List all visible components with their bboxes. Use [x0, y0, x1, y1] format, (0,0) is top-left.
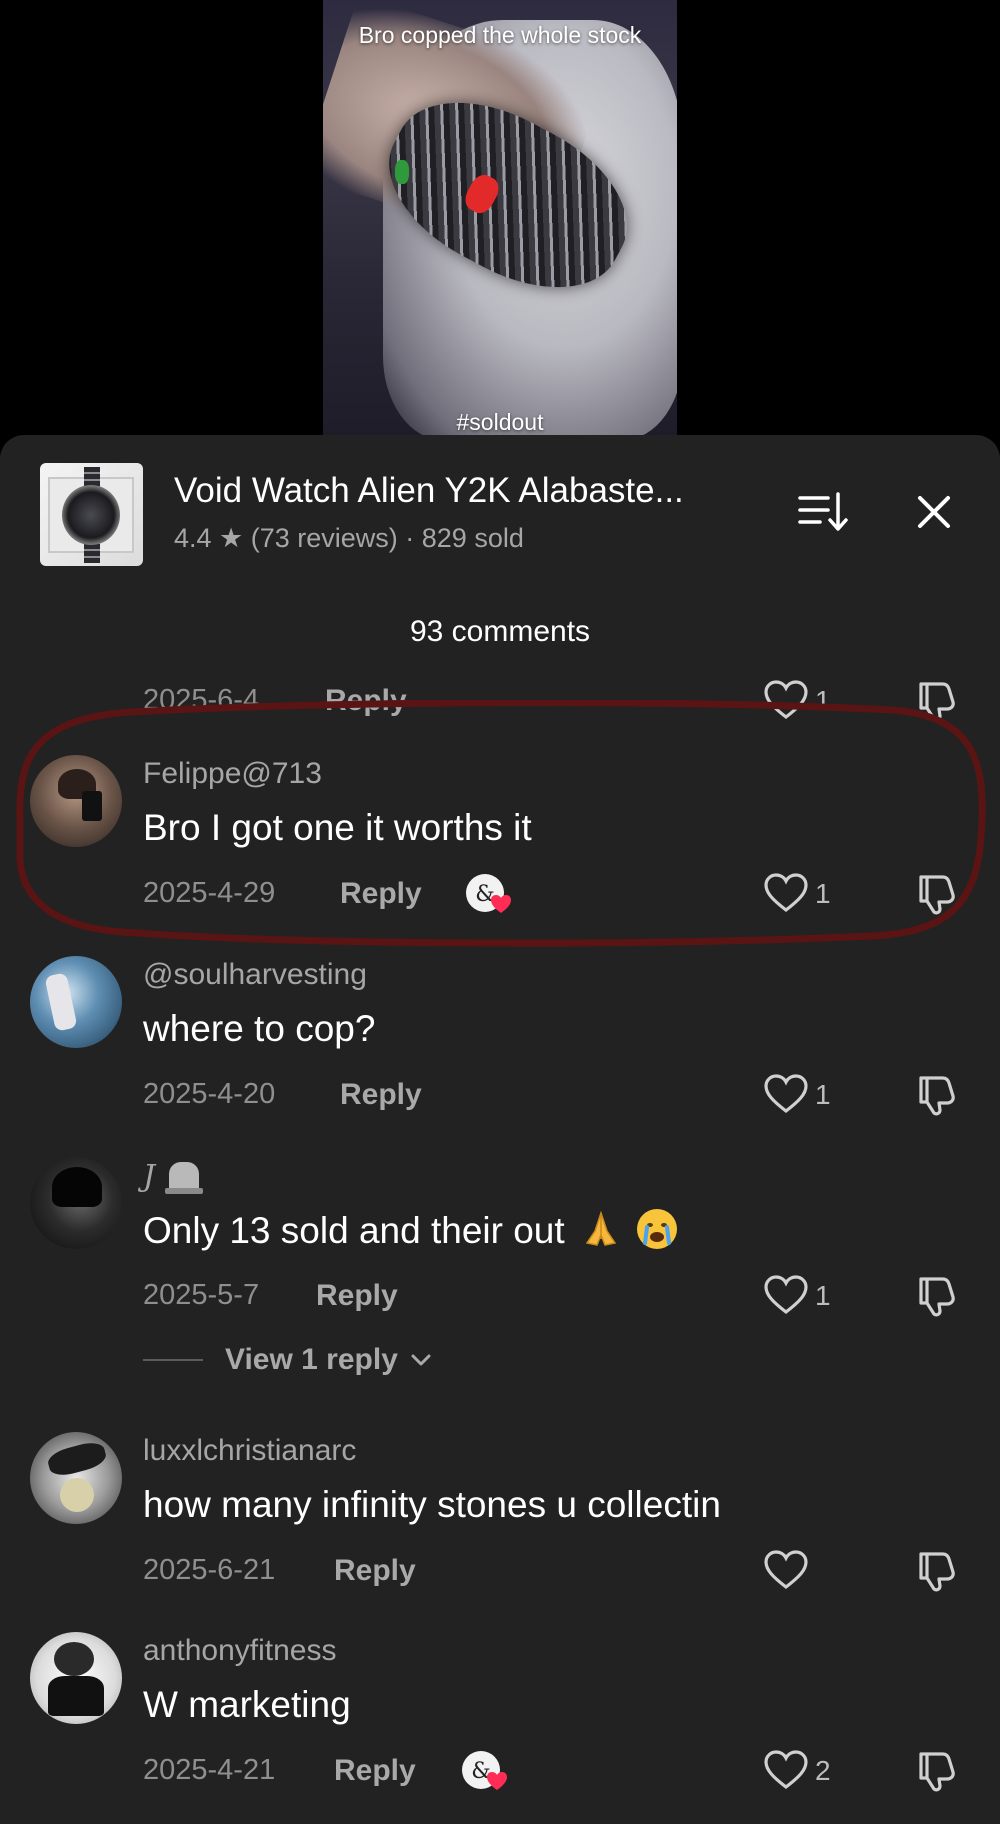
- comment-username[interactable]: Felippe@713: [143, 757, 322, 791]
- comment-text: Only 13 sold and their out: [143, 1209, 678, 1252]
- tombstone-icon: [165, 1162, 204, 1194]
- like-count: 1: [815, 685, 831, 716]
- heart-icon: [764, 680, 808, 720]
- like-button[interactable]: [763, 1550, 853, 1590]
- like-count: 1: [815, 1280, 831, 1311]
- product-rating-sold: 4.4 ★ (73 reviews) · 829 sold: [174, 523, 524, 553]
- like-button[interactable]: 1: [763, 680, 853, 720]
- comments-sheet: Void Watch Alien Y2K Alabaste... 4.4 ★ (…: [0, 435, 1000, 1824]
- like-count: 1: [815, 1079, 831, 1110]
- reply-button[interactable]: Reply: [340, 1078, 422, 1112]
- avatar[interactable]: [30, 755, 122, 847]
- username-text: J: [143, 1159, 156, 1194]
- comment-count: 93 comments: [409, 615, 591, 648]
- product-watch-face: [62, 485, 120, 545]
- reply-button[interactable]: Reply: [340, 877, 422, 911]
- view-replies-button[interactable]: View 1 reply: [143, 1339, 543, 1379]
- comment-date: 2025-4-20: [143, 1078, 276, 1110]
- comment-date: 2025-4-21: [143, 1754, 276, 1786]
- chevron-down-icon: [411, 1354, 431, 1366]
- comment-username[interactable]: anthonyfitness: [143, 1634, 336, 1668]
- product-title[interactable]: Void Watch Alien Y2K Alabaste...: [174, 471, 684, 511]
- like-count: 1: [815, 878, 831, 909]
- video-gem-green: [395, 160, 409, 184]
- comment-item: luxxlchristianarc how many infinity ston…: [0, 1432, 1000, 1592]
- product-thumbnail[interactable]: [40, 463, 143, 566]
- dislike-icon[interactable]: [913, 873, 957, 915]
- video-hashtag[interactable]: #soldout: [323, 409, 677, 436]
- dislike-icon[interactable]: [913, 1550, 957, 1592]
- divider: [143, 1359, 203, 1361]
- heart-icon: [764, 1750, 808, 1790]
- sort-icon[interactable]: [798, 488, 850, 536]
- comment-actions: 2025-5-7 Reply 1: [143, 1275, 973, 1317]
- comment-username[interactable]: J: [143, 1159, 204, 1194]
- product-card[interactable]: Void Watch Alien Y2K Alabaste... 4.4 ★ (…: [40, 463, 960, 573]
- comment-actions: 2025-4-20 Reply 1: [143, 1074, 973, 1116]
- creator-liked-badge-icon: &: [461, 1750, 509, 1792]
- comment-text: W marketing: [143, 1684, 351, 1725]
- dislike-icon[interactable]: [913, 1750, 957, 1792]
- video-player[interactable]: Bro copped the whole stock #soldout: [0, 0, 1000, 470]
- reply-button[interactable]: Reply: [325, 684, 407, 718]
- comment-item: Felippe@713 Bro I got one it worths it 2…: [0, 755, 1000, 915]
- dislike-icon[interactable]: [913, 1074, 957, 1116]
- comment-text: where to cop?: [143, 1008, 376, 1049]
- praying-hands-icon: [581, 1209, 621, 1249]
- close-icon[interactable]: [910, 488, 958, 536]
- reply-button[interactable]: Reply: [334, 1554, 416, 1588]
- avatar[interactable]: [30, 1432, 122, 1524]
- view-replies-label: View 1 reply: [225, 1343, 432, 1377]
- comment-text: Bro I got one it worths it: [143, 807, 532, 848]
- comment-actions: 2025-6-21 Reply: [143, 1550, 973, 1592]
- creator-liked-badge-icon: &: [465, 873, 513, 915]
- reply-button[interactable]: Reply: [334, 1754, 416, 1788]
- comment-username[interactable]: @soulharvesting: [143, 958, 367, 992]
- comment-actions: 2025-6-4 Reply 1: [143, 680, 973, 722]
- avatar[interactable]: [30, 1157, 122, 1249]
- like-button[interactable]: 1: [763, 1074, 853, 1114]
- comment-item: @soulharvesting where to cop? 2025-4-20 …: [0, 956, 1000, 1116]
- like-button[interactable]: 2: [763, 1750, 853, 1790]
- heart-icon: [764, 1074, 808, 1114]
- video-caption: Bro copped the whole stock: [358, 22, 642, 48]
- comment-date: 2025-4-29: [143, 877, 276, 909]
- comment-date: 2025-6-4: [143, 684, 260, 716]
- reply-button[interactable]: Reply: [316, 1279, 398, 1313]
- comment-actions: 2025-4-29 Reply & 1: [143, 873, 973, 915]
- like-button[interactable]: 1: [763, 873, 853, 913]
- comment-item: anthonyfitness W marketing 2025-4-21 Rep…: [0, 1632, 1000, 1792]
- like-button[interactable]: 1: [763, 1275, 853, 1315]
- dislike-icon[interactable]: [913, 680, 957, 722]
- comment-date: 2025-5-7: [143, 1279, 260, 1311]
- comment-text-content: Only 13 sold and their out: [143, 1210, 565, 1251]
- comment-item: J Only 13 sold and their out 2025-5-7 Re…: [0, 1157, 1000, 1387]
- like-count: 2: [815, 1755, 831, 1786]
- comment-actions: 2025-4-21 Reply & 2: [143, 1750, 973, 1792]
- comment-username[interactable]: luxxlchristianarc: [143, 1434, 356, 1468]
- avatar[interactable]: [30, 1632, 122, 1724]
- heart-icon: [764, 1275, 808, 1315]
- heart-icon: [764, 873, 808, 913]
- comment-date: 2025-6-21: [143, 1554, 276, 1586]
- view-replies-text: View 1 reply: [225, 1343, 398, 1376]
- dislike-icon[interactable]: [913, 1275, 957, 1317]
- video-frame: [323, 0, 677, 470]
- comment-text: how many infinity stones u collectin: [143, 1484, 721, 1525]
- heart-icon: [764, 1550, 808, 1590]
- crying-face-icon: [637, 1209, 678, 1249]
- avatar[interactable]: [30, 956, 122, 1048]
